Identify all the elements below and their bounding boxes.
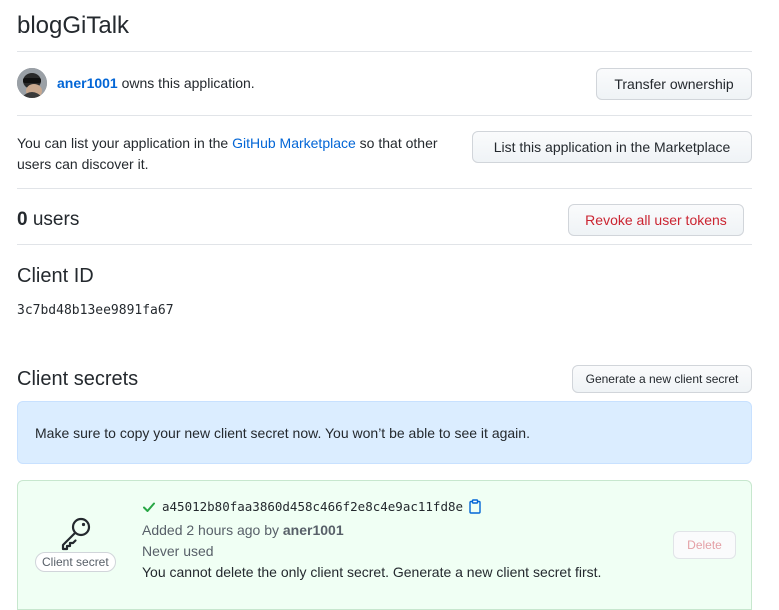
delete-secret-button[interactable]: Delete <box>673 531 736 559</box>
owner-username-link[interactable]: aner1001 <box>57 75 118 91</box>
avatar[interactable] <box>17 68 47 98</box>
github-marketplace-link[interactable]: GitHub Marketplace <box>232 135 356 151</box>
owner-text: aner1001 owns this application. <box>57 75 255 91</box>
key-icon <box>58 515 94 556</box>
added-by-user: aner1001 <box>282 522 344 538</box>
divider <box>17 51 752 52</box>
marketplace-text-line2: users can discover it. <box>17 156 149 172</box>
marketplace-text-after: so that other <box>355 135 438 151</box>
client-id-heading: Client ID <box>17 265 94 287</box>
client-secret-value: a45012b80faa3860d458c466f2e8c4e9ac11fd8e <box>162 499 464 514</box>
client-secret-badge: Client secret <box>35 552 116 572</box>
marketplace-text: You can list your application in the Git… <box>17 133 467 175</box>
generate-client-secret-button[interactable]: Generate a new client secret <box>572 365 752 393</box>
transfer-ownership-button[interactable]: Transfer ownership <box>596 68 752 100</box>
flash-message: Make sure to copy your new client secret… <box>35 424 530 441</box>
added-prefix: Added 2 hours ago by <box>142 522 283 538</box>
check-icon <box>142 500 156 514</box>
client-id-value: 3c7bd48b13ee9891fa67 <box>17 303 174 318</box>
page-title: blogGiTalk <box>17 12 130 39</box>
secret-value-row: a45012b80faa3860d458c466f2e8c4e9ac11fd8e <box>142 499 481 514</box>
divider <box>17 244 752 245</box>
client-secrets-heading: Client secrets <box>17 368 139 390</box>
secret-added-text: Added 2 hours ago by aner1001 <box>142 522 344 538</box>
users-label: users <box>32 209 80 230</box>
users-count: 0 <box>17 209 28 230</box>
divider <box>17 115 752 116</box>
owner-owns-text: owns this application. <box>121 75 255 91</box>
users-count-heading: 0 users <box>17 209 79 231</box>
revoke-all-tokens-button[interactable]: Revoke all user tokens <box>568 204 744 236</box>
list-in-marketplace-button[interactable]: List this application in the Marketplace <box>472 131 752 163</box>
secret-usage-text: Never used <box>142 543 214 559</box>
copy-secret-flash: Make sure to copy your new client secret… <box>17 401 752 464</box>
marketplace-text-before: You can list your application in the <box>17 135 233 151</box>
divider <box>17 188 752 189</box>
secret-delete-note: You cannot delete the only client secret… <box>142 564 602 580</box>
clipboard-icon[interactable] <box>469 499 481 514</box>
client-secret-item: Client secret a45012b80faa3860d458c466f2… <box>17 480 752 610</box>
